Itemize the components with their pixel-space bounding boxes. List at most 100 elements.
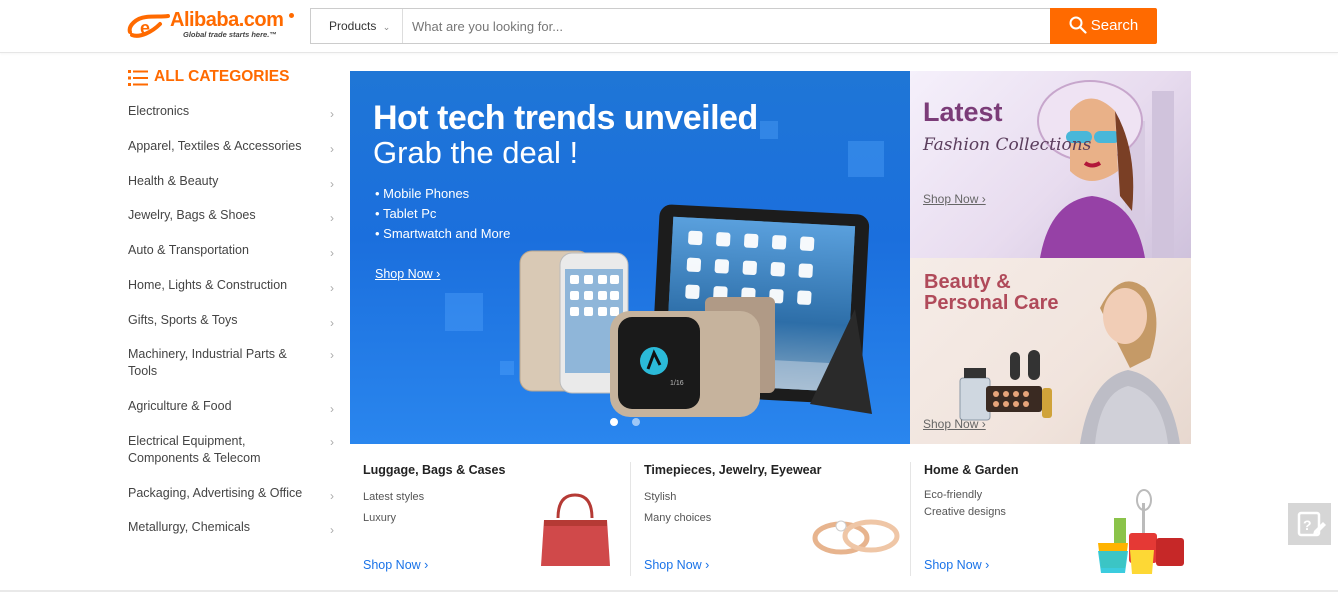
svg-text:?: ? xyxy=(1303,517,1312,533)
category-label: Agriculture & Food xyxy=(128,399,232,413)
fashion-title: Latest xyxy=(923,97,1003,127)
logo-dot xyxy=(289,13,294,18)
hero-bullet: • Smartwatch and More xyxy=(375,226,511,241)
chevron-right-icon: › xyxy=(330,211,334,225)
category-apparel[interactable]: Apparel, Textiles & Accessories › xyxy=(128,138,338,156)
promo-line: Stylish xyxy=(644,491,677,503)
promo-line: Creative designs xyxy=(924,506,1006,518)
search-category-label: Products xyxy=(329,19,377,33)
beauty-title-line1: Beauty & xyxy=(924,271,1011,293)
category-label: Home, Lights & Construction xyxy=(128,278,288,292)
promo-luggage[interactable]: Luggage, Bags & Cases Latest styles Luxu… xyxy=(363,460,641,578)
svg-text:e: e xyxy=(140,18,150,38)
decor-square xyxy=(848,141,884,177)
feedback-button[interactable]: ? xyxy=(1288,503,1331,545)
fashion-shop-now-link[interactable]: Shop Now › xyxy=(923,192,986,206)
promo-home-garden[interactable]: Home & Garden Eco-friendly Creative desi… xyxy=(924,460,1202,578)
search-input[interactable] xyxy=(404,9,1049,43)
list-icon xyxy=(128,70,148,86)
logo-tagline: Global trade starts here.™ xyxy=(183,30,277,39)
category-auto[interactable]: Auto & Transportation › xyxy=(128,242,338,260)
chevron-right-icon: › xyxy=(330,523,334,537)
category-label: Packaging, Advertising & Office xyxy=(128,486,303,500)
hero-subtitle: Grab the deal ! xyxy=(373,135,579,170)
category-label: Auto & Transportation xyxy=(128,243,249,257)
search-bar: Products ⌄ Search xyxy=(310,8,1157,44)
category-home[interactable]: Home, Lights & Construction › xyxy=(128,277,338,295)
beauty-shop-now-link[interactable]: Shop Now › xyxy=(923,417,986,431)
handbag-image xyxy=(541,493,610,566)
chevron-right-icon: › xyxy=(330,435,334,449)
carousel-dot-active[interactable] xyxy=(610,418,618,426)
promo-line: Many choices xyxy=(644,512,712,524)
promo-timepieces[interactable]: Timepieces, Jewelry, Eyewear Stylish Man… xyxy=(644,460,922,578)
category-health-beauty[interactable]: Health & Beauty › xyxy=(128,173,338,191)
promo-title: Timepieces, Jewelry, Eyewear xyxy=(644,463,822,477)
promo-title: Luggage, Bags & Cases xyxy=(363,463,506,477)
chevron-right-icon: › xyxy=(330,348,334,362)
all-categories-title: ALL CATEGORIES xyxy=(154,68,290,85)
category-label: Electronics xyxy=(128,104,190,118)
category-electronics[interactable]: Electronics › xyxy=(128,103,338,121)
promo-shop-now-link[interactable]: Shop Now › xyxy=(924,558,989,572)
chevron-right-icon: › xyxy=(330,316,334,330)
category-label: Electrical Equipment, Components & Telec… xyxy=(128,434,261,465)
category-label: Apparel, Textiles & Accessories xyxy=(128,139,302,153)
search-category-dropdown[interactable]: Products ⌄ xyxy=(311,9,403,43)
promo-shop-now-link[interactable]: Shop Now › xyxy=(363,558,428,572)
beauty-title: Beauty & Personal Care xyxy=(924,272,1059,314)
hero-banner[interactable]: Hot tech trends unveiled Grab the deal !… xyxy=(350,71,910,444)
category-gifts[interactable]: Gifts, Sports & Toys › xyxy=(128,312,338,330)
category-agriculture[interactable]: Agriculture & Food › xyxy=(128,398,338,416)
category-jewelry[interactable]: Jewelry, Bags & Shoes › xyxy=(128,207,338,225)
logo-wordmark: Alibaba.com xyxy=(170,9,284,31)
category-label: Metallurgy, Chemicals xyxy=(128,520,251,534)
category-label: Gifts, Sports & Toys xyxy=(128,313,238,327)
search-icon xyxy=(1069,16,1087,34)
watch-face-text: 1/16 xyxy=(670,380,684,387)
hero-bullet: • Tablet Pc xyxy=(375,206,437,221)
search-button-label: Search xyxy=(1090,17,1139,34)
hero-shop-now-link[interactable]: Shop Now › xyxy=(375,267,440,281)
promo-shop-now-link[interactable]: Shop Now › xyxy=(644,558,709,572)
promo-title: Home & Garden xyxy=(924,463,1019,477)
chevron-right-icon: › xyxy=(330,142,334,156)
decor-square xyxy=(445,293,483,331)
devices-image: 1/16 xyxy=(519,204,872,417)
kitchenware-image xyxy=(1098,489,1184,574)
fashion-subtitle: Fashion Collections xyxy=(923,135,1092,155)
decor-square xyxy=(760,121,778,139)
category-metallurgy[interactable]: Metallurgy, Chemicals › xyxy=(128,519,338,537)
alibaba-logo-icon: e xyxy=(127,14,170,38)
promo-line: Latest styles xyxy=(363,491,425,503)
carousel-dot[interactable] xyxy=(632,418,640,426)
fashion-banner[interactable]: Latest Fashion Collections Shop Now › xyxy=(910,71,1191,258)
fashion-model-image xyxy=(1037,80,1174,258)
category-electrical[interactable]: Electrical Equipment, Components & Telec… xyxy=(128,433,338,467)
chevron-right-icon: › xyxy=(330,402,334,416)
hero-bullet-list: • Mobile Phones • Tablet Pc • Smartwatch… xyxy=(375,186,510,246)
category-label: Health & Beauty xyxy=(128,174,219,188)
alibaba-logo[interactable]: e Alibaba.com Global trade starts here.™ xyxy=(126,9,301,43)
promo-divider xyxy=(630,462,631,576)
promo-line: Eco-friendly xyxy=(924,489,983,501)
chevron-right-icon: › xyxy=(330,177,334,191)
category-machinery[interactable]: Machinery, Industrial Parts & Tools › xyxy=(128,346,338,380)
category-label: Jewelry, Bags & Shoes xyxy=(128,208,256,222)
category-label: Machinery, Industrial Parts & Tools xyxy=(128,347,287,378)
chevron-right-icon: › xyxy=(330,489,334,503)
chevron-right-icon: › xyxy=(330,246,334,260)
rings-image xyxy=(812,519,900,555)
promo-line: Luxury xyxy=(363,512,397,524)
feedback-icon: ? xyxy=(1297,511,1326,537)
promo-divider xyxy=(910,462,911,576)
hero-title: Hot tech trends unveiled xyxy=(373,99,758,137)
beauty-banner[interactable]: Beauty & Personal Care Shop Now › xyxy=(910,258,1191,444)
chevron-down-icon: ⌄ xyxy=(382,22,391,32)
chevron-right-icon: › xyxy=(330,281,334,295)
site-header: e Alibaba.com Global trade starts here.™… xyxy=(0,0,1338,53)
category-packaging[interactable]: Packaging, Advertising & Office › xyxy=(128,485,338,503)
hero-bullet: • Mobile Phones xyxy=(375,186,470,201)
chevron-right-icon: › xyxy=(330,107,334,121)
search-button[interactable]: Search xyxy=(1050,8,1157,44)
